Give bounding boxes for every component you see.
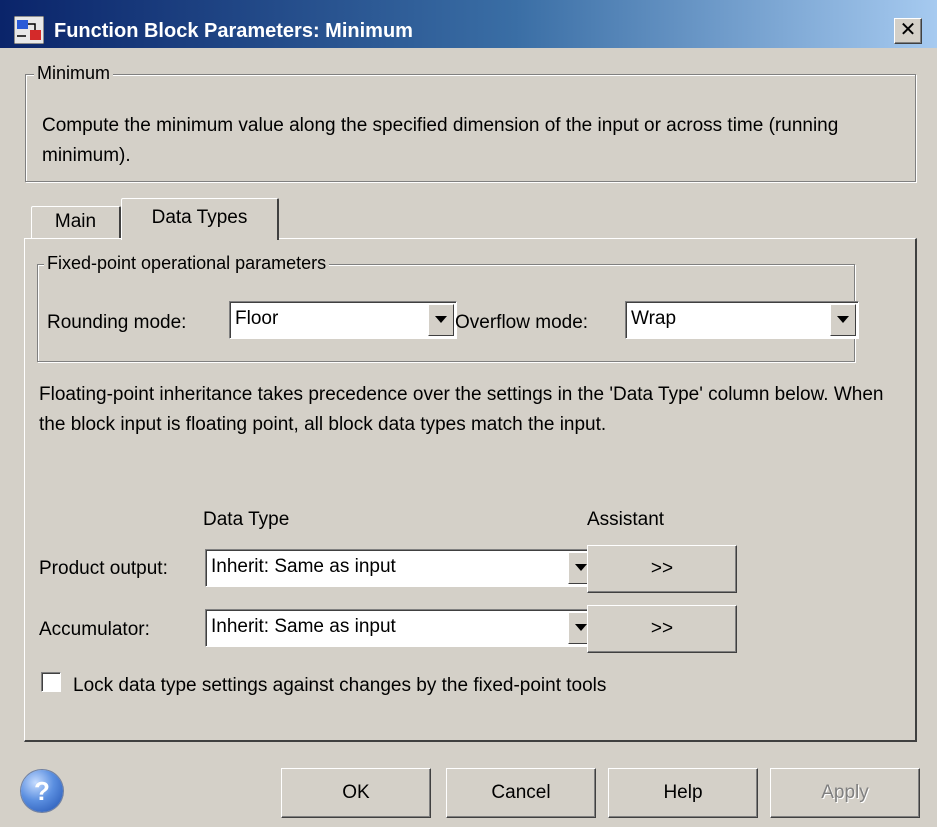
overflow-mode-select[interactable]: Wrap [625, 301, 859, 339]
block-description: Compute the minimum value along the spec… [42, 115, 839, 166]
simulink-block-icon [14, 16, 44, 44]
apply-button[interactable]: Apply [770, 768, 920, 818]
tab-main[interactable]: Main [31, 206, 121, 238]
lock-data-types-checkbox[interactable] [41, 672, 61, 692]
product-output-assistant-button[interactable]: >> [587, 545, 737, 593]
window-title: Function Block Parameters: Minimum [54, 20, 413, 42]
lock-data-types-label[interactable]: Lock data type settings against changes … [73, 675, 606, 697]
data-types-panel: Fixed-point operational parameters Round… [24, 238, 917, 742]
rounding-mode-value: Floor [235, 308, 279, 329]
help-button[interactable]: Help [608, 768, 758, 818]
ok-button[interactable]: OK [281, 768, 431, 818]
tab-data-types[interactable]: Data Types [121, 198, 279, 240]
overflow-mode-value: Wrap [631, 308, 677, 329]
help-question-icon[interactable]: ? [21, 770, 63, 812]
inheritance-note: Floating-point inheritance takes precede… [39, 384, 884, 435]
chevron-down-icon[interactable] [428, 304, 454, 336]
assistant-column-header: Assistant [587, 509, 665, 530]
data-type-column-header: Data Type [203, 509, 290, 530]
accumulator-select[interactable]: Inherit: Same as input [205, 609, 597, 647]
cancel-button[interactable]: Cancel [446, 768, 596, 818]
overflow-mode-label: Overflow mode: [455, 312, 589, 333]
product-output-value: Inherit: Same as input [211, 556, 396, 577]
description-group: Minimum Compute the minimum value along … [25, 63, 916, 182]
chevron-down-icon[interactable] [830, 304, 856, 336]
description-legend: Minimum [34, 63, 114, 84]
rounding-mode-select[interactable]: Floor [229, 301, 457, 339]
dialog-window: Function Block Parameters: Minimum ✕ Min… [0, 0, 937, 827]
close-icon: ✕ [899, 19, 917, 41]
accumulator-label: Accumulator: [39, 619, 150, 640]
title-bar[interactable]: Function Block Parameters: Minimum ✕ [0, 0, 937, 48]
rounding-mode-label: Rounding mode: [47, 312, 187, 333]
accumulator-assistant-button[interactable]: >> [587, 605, 737, 653]
product-output-select[interactable]: Inherit: Same as input [205, 549, 597, 587]
accumulator-value: Inherit: Same as input [211, 616, 396, 637]
fixed-point-legend: Fixed-point operational parameters [44, 253, 330, 274]
product-output-label: Product output: [39, 558, 168, 579]
close-button[interactable]: ✕ [894, 18, 922, 44]
